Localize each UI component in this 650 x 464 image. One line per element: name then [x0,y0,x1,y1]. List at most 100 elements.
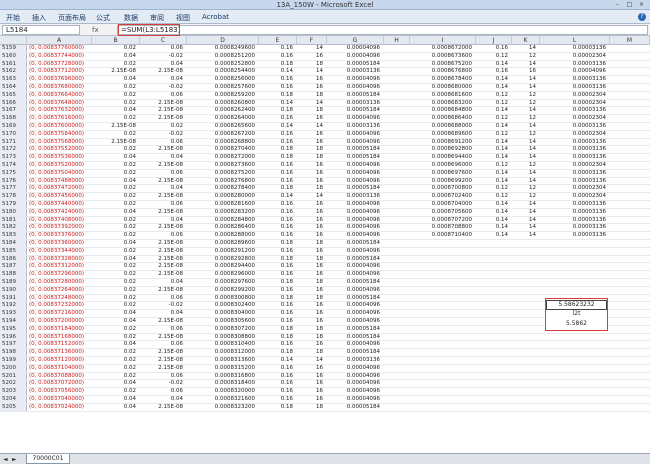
cell-j[interactable]: 0.14 [476,232,510,239]
cell-e[interactable]: 0.16 [259,53,295,60]
cell-i[interactable]: 0.0008689600 [410,131,474,138]
cell-f[interactable]: 16 [297,365,325,372]
cell-c[interactable]: -0.02 [140,131,185,138]
cell-g[interactable]: 0.00005184 [327,404,382,411]
cell-e[interactable]: 0.18 [259,279,295,286]
cell-l[interactable]: 0.00003136 [540,170,608,177]
tab-page-layout[interactable]: 页面布局 [58,13,86,23]
cell-b[interactable]: 0.02 [92,302,138,309]
cell-f[interactable]: 16 [297,84,325,91]
cell-f[interactable]: 16 [297,131,325,138]
cell-i[interactable] [410,396,474,403]
cell-c[interactable]: 0.06 [140,139,185,146]
cell-j[interactable]: 0.12 [476,131,510,138]
cell-f[interactable]: 16 [297,396,325,403]
row-header[interactable]: 5165 [0,91,27,99]
column-header-b[interactable]: B [92,36,140,45]
cell-b[interactable]: 0.04 [92,341,138,348]
cell-d[interactable]: 0.0008270400 [187,146,257,153]
cell-f[interactable]: 16 [297,318,325,325]
cell-i[interactable] [410,240,474,247]
cell-g[interactable]: 0.00005184 [327,154,382,161]
cell-c[interactable]: -0.02 [140,84,185,91]
cell-d[interactable]: 0.0008259200 [187,92,257,99]
cell-l[interactable]: 0.00003136 [540,76,608,83]
cell-f[interactable]: 16 [297,287,325,294]
cell-b[interactable]: 2.15E-08 [92,139,138,146]
tab-view[interactable]: 视图 [176,13,190,23]
cell-g[interactable]: 0.00004096 [327,373,382,380]
cell-a[interactable]: (0, 0.00837616000) [29,115,91,122]
cell-j[interactable]: 0.12 [476,53,510,60]
cell-i[interactable]: 0.0008672000 [410,45,474,52]
cell-f[interactable]: 16 [297,310,325,317]
cell-l[interactable] [540,263,608,270]
cell-g[interactable]: 0.00003136 [327,100,382,107]
cell-b[interactable]: 0.02 [92,279,138,286]
cell-i[interactable] [410,334,474,341]
cell-l[interactable] [540,404,608,411]
cell-l[interactable]: 0.00002304 [540,193,608,200]
row-header[interactable]: 5177 [0,185,27,193]
cell-b[interactable]: 0.02 [92,287,138,294]
cell-a[interactable]: (0, 0.00837440000) [29,201,91,208]
cell-k[interactable] [512,310,538,317]
cell-l[interactable]: 0.00002304 [540,162,608,169]
cell-k[interactable]: 14 [512,76,538,83]
cell-j[interactable]: 0.14 [476,123,510,130]
cell-g[interactable]: 0.00005184 [327,279,382,286]
cell-c[interactable]: 2.15E-08 [140,100,185,107]
cell-b[interactable]: 2.15E-08 [92,123,138,130]
cell-a[interactable]: (0, 0.00837520000) [29,162,91,169]
cell-d[interactable]: 0.0008300800 [187,295,257,302]
cell-a[interactable]: (0, 0.00837552000) [29,146,91,153]
cell-g[interactable]: 0.00003136 [327,68,382,75]
cell-k[interactable] [512,404,538,411]
cell-f[interactable]: 16 [297,248,325,255]
cell-j[interactable]: 0.12 [476,115,510,122]
cell-l[interactable]: 0.00003136 [540,139,608,146]
cell-j[interactable]: 0.14 [476,146,510,153]
cell-c[interactable]: 2.15E-08 [140,318,185,325]
row-header[interactable]: 5189 [0,279,27,286]
cell-i[interactable] [410,318,474,325]
cell-i[interactable] [410,263,474,270]
cell-a[interactable]: (0, 0.00837328000) [29,256,91,263]
cell-e[interactable]: 0.16 [259,131,295,138]
cell-c[interactable]: 0.04 [140,154,185,161]
cell-e[interactable]: 0.14 [259,100,295,107]
cell-b[interactable]: 0.02 [92,373,138,380]
cell-g[interactable]: 0.00003136 [327,123,382,130]
cell-e[interactable]: 0.16 [259,302,295,309]
cell-i[interactable] [410,357,474,364]
cell-c[interactable]: 2.15E-08 [140,357,185,364]
cell-g[interactable]: 0.00003136 [327,357,382,364]
cell-k[interactable]: 12 [512,131,538,138]
cell-d[interactable]: 0.0008262400 [187,107,257,114]
cell-d[interactable]: 0.0008315200 [187,365,257,372]
cell-f[interactable]: 18 [297,107,325,114]
cell-e[interactable]: 0.16 [259,201,295,208]
cell-l[interactable]: 0.00003136 [540,146,608,153]
cell-d[interactable]: 0.0008289600 [187,240,257,247]
cell-j[interactable] [476,302,510,309]
cell-b[interactable]: 0.02 [92,326,138,333]
cell-b[interactable]: 0.02 [92,193,138,200]
cell-e[interactable]: 0.16 [259,380,295,387]
cell-g[interactable]: 0.00004096 [327,263,382,270]
cell-i[interactable] [410,310,474,317]
cell-f[interactable]: 16 [297,224,325,231]
cell-f[interactable]: 16 [297,388,325,395]
cell-a[interactable]: (0, 0.00837712000) [29,68,91,75]
cell-a[interactable]: (0, 0.00837664000) [29,92,91,99]
cell-f[interactable]: 18 [297,240,325,247]
cell-e[interactable]: 0.18 [259,256,295,263]
cell-g[interactable]: 0.00004096 [327,287,382,294]
cell-j[interactable]: 0.14 [476,76,510,83]
cell-k[interactable] [512,365,538,372]
row-header[interactable]: 5183 [0,232,27,239]
cell-f[interactable]: 14 [297,193,325,200]
cell-c[interactable]: 0.02 [140,123,185,130]
cell-a[interactable]: (0, 0.00837200000) [29,318,91,325]
cell-g[interactable]: 0.00004096 [327,131,382,138]
